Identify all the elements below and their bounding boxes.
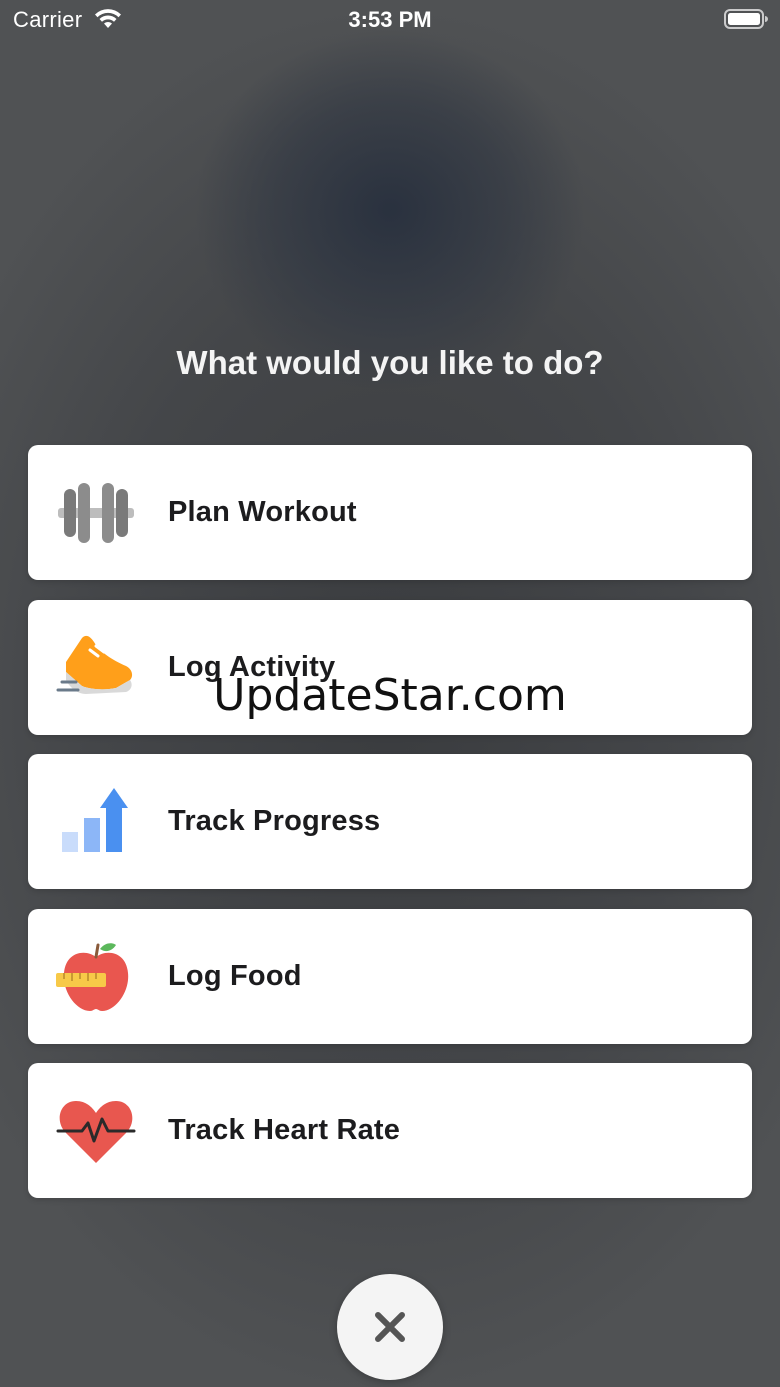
plan-workout-label: Plan Workout [168, 496, 357, 528]
heart-rate-icon [56, 1101, 136, 1163]
track-heart-rate-label: Track Heart Rate [168, 1114, 401, 1146]
dumbbell-icon [58, 483, 134, 543]
action-menu: Plan Workout Log Activity Track Progress… [28, 445, 752, 1218]
plan-workout-button[interactable]: Plan Workout [28, 445, 752, 580]
battery-full-icon [724, 9, 768, 29]
close-button[interactable] [337, 1274, 443, 1380]
status-bar: Carrier 3:53 PM [0, 0, 780, 40]
prompt-heading: What would you like to do? [176, 344, 604, 381]
apple-measuring-tape-icon [56, 942, 129, 1011]
log-food-label: Log Food [168, 959, 302, 992]
close-icon [375, 1312, 405, 1342]
running-shoe-icon [56, 635, 133, 694]
track-heart-rate-button[interactable]: Track Heart Rate [28, 1063, 752, 1198]
track-progress-label: Track Progress [168, 805, 381, 837]
log-activity-label: Log Activity [168, 650, 336, 683]
log-food-button[interactable]: Log Food [28, 908, 752, 1044]
track-progress-button[interactable]: Track Progress [28, 754, 752, 889]
status-time: 3:53 PM [348, 7, 432, 32]
log-activity-button[interactable]: Log Activity [28, 599, 752, 735]
bar-chart-arrow-icon [62, 788, 128, 852]
